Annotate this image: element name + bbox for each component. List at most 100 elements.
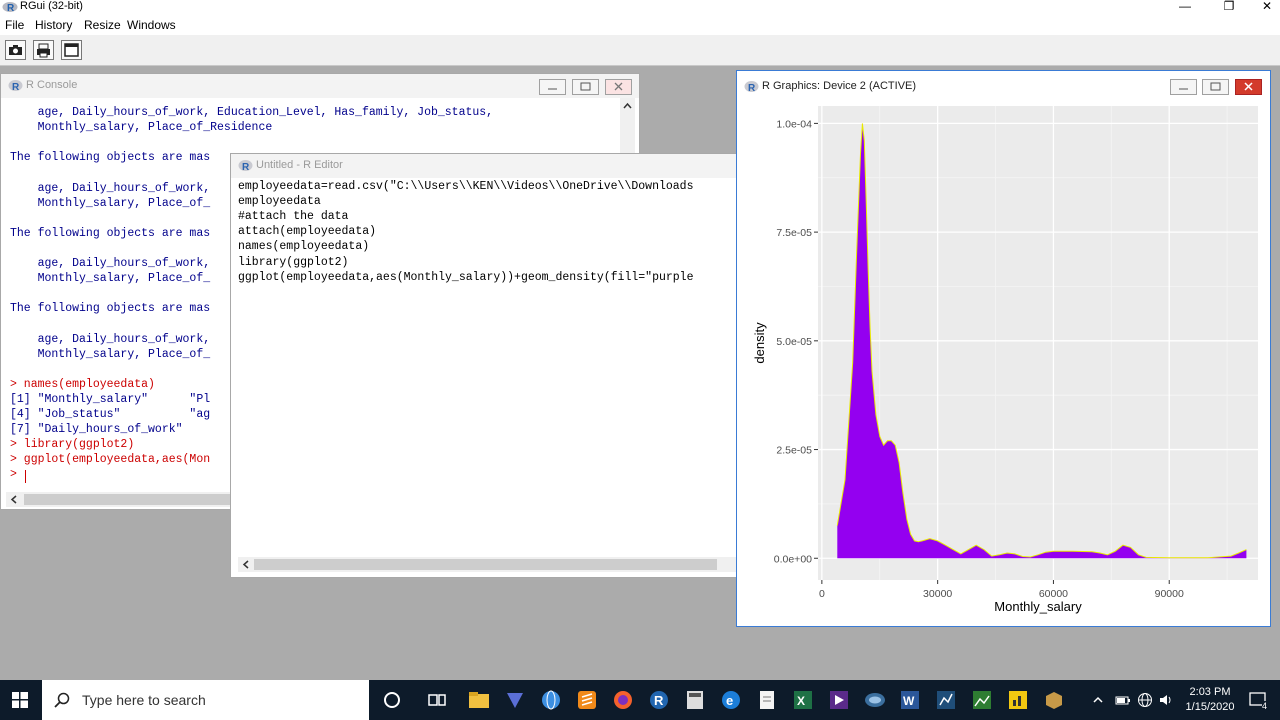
graphics-close-button[interactable] — [1235, 79, 1262, 95]
console-line: The following objects are mas — [10, 302, 211, 316]
close-button[interactable]: ✕ — [1245, 0, 1280, 15]
cortana-icon[interactable] — [380, 688, 404, 712]
console-close-button[interactable] — [605, 79, 632, 95]
word-icon[interactable]: W — [898, 688, 922, 712]
task-view-icon[interactable] — [425, 688, 449, 712]
minimize-icon — [1179, 88, 1188, 90]
console-maximize-button[interactable] — [572, 79, 599, 95]
menu-resize[interactable]: Resize — [84, 18, 121, 32]
image-app-icon[interactable] — [970, 688, 994, 712]
file-explorer-icon[interactable] — [467, 688, 491, 712]
window-icon — [64, 43, 79, 57]
svg-text:R: R — [748, 83, 756, 93]
y-tick-label: 1.0e-04 — [776, 118, 812, 130]
maximize-icon — [580, 82, 591, 91]
r-icon: R — [8, 80, 23, 92]
window-title: RGui (32-bit) — [20, 0, 83, 12]
print-button[interactable] — [33, 40, 54, 60]
notification-count: 4 — [1262, 701, 1268, 711]
density-plot[interactable]: 0 30000 60000 90000 0.0e+002.5e-055.0e-057.… — [737, 101, 1270, 626]
document-icon[interactable] — [755, 688, 779, 712]
editor-line: ggplot(employeedata,aes(Monthly_salary))… — [238, 270, 694, 284]
x-tick-label: 90000 — [1155, 588, 1184, 600]
x-tick-label: 0 — [819, 588, 825, 600]
volume-icon[interactable] — [1158, 692, 1174, 708]
r-editor-window[interactable]: R Untitled - R Editor employeedata=read.… — [230, 153, 737, 578]
y-tick-label: 5.0e-05 — [776, 336, 812, 348]
calculator-icon[interactable] — [683, 688, 707, 712]
svg-text:R: R — [12, 82, 20, 92]
x-axis-title: Monthly_salary — [994, 599, 1082, 614]
text-cursor — [25, 470, 26, 483]
minimize-button[interactable]: — — [1163, 0, 1207, 15]
edge-icon[interactable]: e — [719, 688, 743, 712]
menu-history[interactable]: History — [35, 18, 72, 32]
search-icon — [54, 692, 70, 708]
windows-start-icon[interactable] — [12, 692, 28, 708]
taskbar-search-box[interactable]: Type here to search — [42, 680, 369, 720]
menu-windows[interactable]: Windows — [127, 18, 176, 32]
editor-scroll-thumb[interactable] — [254, 559, 717, 570]
editor-line: #attach the data — [238, 210, 349, 224]
console-line: [7] "Daily_hours_of_work" — [10, 423, 183, 437]
camera-icon — [9, 45, 22, 55]
y-tick-label: 0.0e+00 — [774, 553, 812, 565]
editor-line: attach(employeedata) — [238, 225, 377, 239]
graphics-maximize-button[interactable] — [1202, 79, 1229, 95]
console-title: R Console — [26, 79, 78, 91]
console-line: > — [10, 468, 24, 482]
console-titlebar[interactable]: R R Console — [1, 74, 639, 98]
graphics-title: R Graphics: Device 2 (ACTIVE) — [762, 80, 917, 92]
svg-text:W: W — [903, 694, 915, 708]
battery-icon[interactable] — [1115, 694, 1131, 706]
sublime-text-icon[interactable] — [575, 688, 599, 712]
vs-code-icon[interactable] — [503, 688, 527, 712]
r-icon: R — [744, 81, 759, 93]
browser-globe-icon[interactable] — [539, 688, 563, 712]
svg-text:R: R — [242, 162, 250, 172]
copy-screenshot-button[interactable] — [5, 40, 26, 60]
console-minimize-button[interactable] — [539, 79, 566, 95]
svg-text:R: R — [7, 3, 15, 13]
console-line: age, Daily_hours_of_work, — [10, 332, 211, 346]
firefox-icon[interactable] — [611, 688, 635, 712]
menu-file[interactable]: File — [5, 18, 24, 32]
scroll-up-icon — [623, 102, 632, 109]
network-globe-icon[interactable] — [1137, 692, 1153, 708]
editor-line: names(employeedata) — [238, 240, 370, 254]
graphics-titlebar[interactable]: R R Graphics: Device 2 (ACTIVE) — [737, 71, 1270, 101]
r-app-icon[interactable]: R — [647, 688, 671, 712]
clock-date: 1/15/2020 — [1185, 701, 1235, 713]
chevron-up-icon[interactable] — [1092, 694, 1104, 706]
console-line: Monthly_salary, Place_of_ — [10, 196, 211, 210]
svg-text:R: R — [654, 693, 664, 708]
console-line: The following objects are mas — [10, 151, 211, 165]
maximize-icon — [1210, 82, 1221, 91]
editor-line: employeedata=read.csv("C:\\Users\\KEN\\V… — [238, 180, 694, 193]
close-icon — [614, 82, 623, 91]
x-tick-label: 30000 — [923, 588, 952, 600]
graphics-minimize-button[interactable] — [1170, 79, 1197, 95]
excel-icon[interactable]: X — [791, 688, 815, 712]
console-line: age, Daily_hours_of_work, — [10, 257, 211, 270]
editor-titlebar[interactable]: R Untitled - R Editor — [231, 154, 736, 178]
y-tick-label: 2.5e-05 — [776, 445, 812, 457]
new-window-button[interactable] — [61, 40, 82, 60]
system-clock[interactable]: 2:03 PM 1/15/2020 — [1180, 685, 1240, 715]
taskbar: Type here to search R e X W 2:03 PM 1/15… — [0, 680, 1280, 720]
console-line: Monthly_salary, Place_of_ — [10, 272, 211, 286]
active-app-icon[interactable] — [863, 688, 887, 712]
package-app-icon[interactable] — [1042, 688, 1066, 712]
chart-app-icon[interactable] — [934, 688, 958, 712]
console-line: Monthly_salary, Place_of_ — [10, 347, 211, 361]
media-app-icon[interactable] — [827, 688, 851, 712]
console-line: > ggplot(employeedata,aes(Mon — [10, 453, 211, 467]
svg-text:e: e — [726, 693, 733, 708]
editor-horizontal-scrollbar[interactable] — [238, 557, 736, 572]
power-bi-icon[interactable] — [1006, 688, 1030, 712]
close-icon — [1244, 82, 1253, 91]
r-icon: R — [238, 160, 253, 172]
scroll-left-icon — [242, 560, 249, 569]
r-graphics-window[interactable]: R R Graphics: Device 2 (ACTIVE) 0 30000 60… — [736, 70, 1271, 627]
clock-time: 2:03 PM — [1189, 686, 1231, 698]
